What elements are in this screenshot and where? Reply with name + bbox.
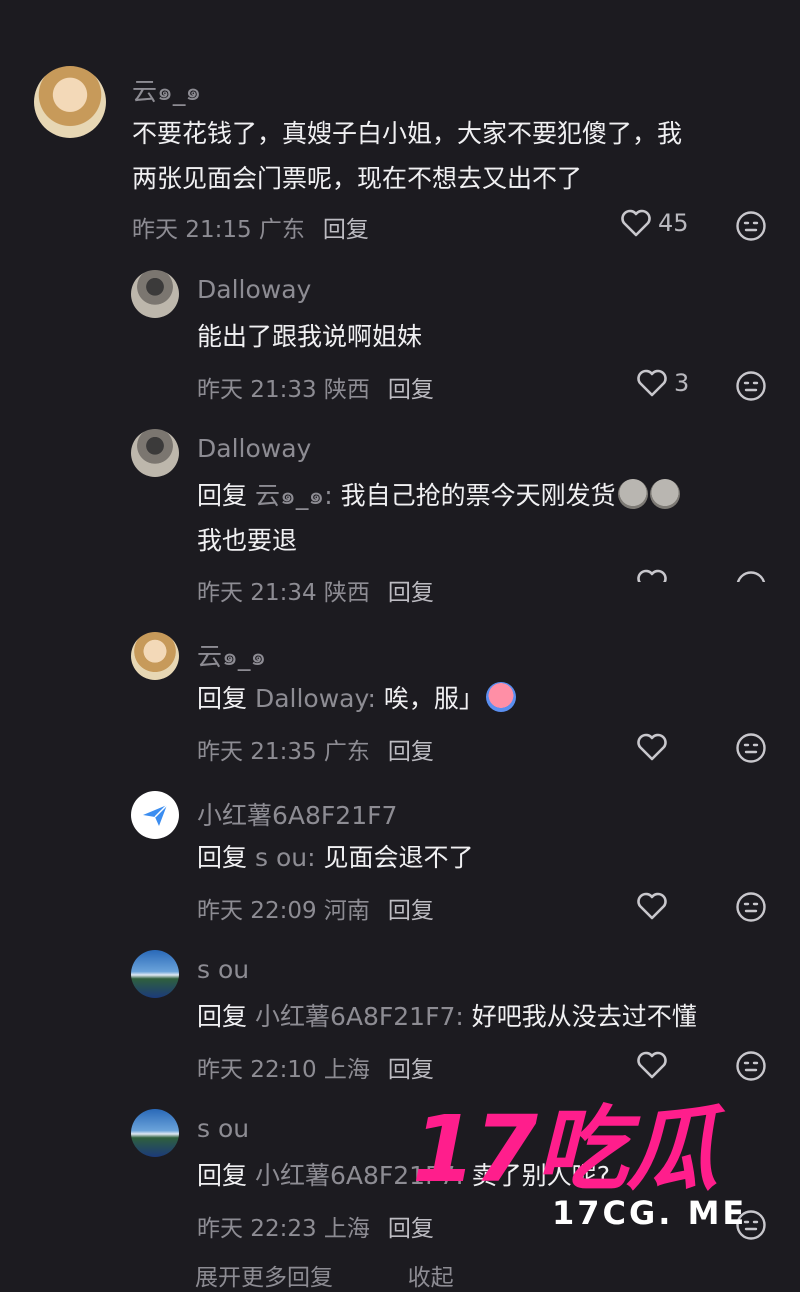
avatar[interactable] — [131, 791, 179, 839]
emoji-face-icon[interactable] — [735, 891, 767, 923]
reply-prefix: 回复 — [197, 684, 248, 713]
comment-author[interactable]: Dalloway — [197, 434, 311, 463]
reply-button[interactable]: 回复 — [388, 739, 434, 765]
reply-target[interactable]: 小红薯6A8F21F7: — [255, 1002, 464, 1031]
reply-prefix: 回复 — [197, 843, 248, 872]
sticker-emoji-icon — [649, 479, 680, 509]
avatar[interactable] — [131, 429, 179, 477]
watermark-logo: 17吃瓜 17CG. ME — [412, 1104, 782, 1234]
like-button[interactable] — [636, 568, 668, 582]
reply-target[interactable]: s ou: — [255, 843, 316, 872]
emoji-face-icon[interactable] — [735, 1050, 767, 1082]
comment-meta: 昨天 21:34 陕西 回复 — [197, 573, 434, 607]
comment-time: 昨天 21:35 广东 — [197, 739, 370, 765]
comment-meta: 昨天 21:35 广东 回复 — [197, 732, 434, 766]
comment-text: 回复 Dalloway: 唉，服」 — [197, 676, 516, 721]
comment-meta: 昨天 22:09 河南 回复 — [197, 891, 434, 925]
comment-time: 昨天 22:10 上海 — [197, 1057, 370, 1083]
avatar[interactable] — [131, 632, 179, 680]
comment-meta: 昨天 22:23 上海 回复 — [197, 1209, 434, 1243]
comment-text: 不要花钱了，真嫂子白小姐，大家不要犯傻了，我 两张见面会门票呢，现在不想去又出不… — [132, 119, 683, 193]
comment-meta: 昨天 22:10 上海 回复 — [197, 1050, 434, 1084]
emoji-face-icon[interactable] — [735, 210, 767, 242]
reply-prefix: 回复 — [197, 1002, 248, 1031]
comment-author[interactable]: Dalloway — [197, 275, 311, 304]
expand-more-replies-button[interactable]: 展开更多回复 — [195, 1265, 333, 1291]
emoji-face-icon[interactable] — [735, 732, 767, 764]
heart-icon[interactable] — [636, 732, 668, 762]
reply-button[interactable]: 回复 — [323, 217, 369, 243]
reply-target[interactable]: 云๑_๑: — [255, 481, 333, 510]
comment-author[interactable]: 云๑_๑ — [197, 637, 266, 677]
heart-icon — [637, 369, 667, 397]
comment-author[interactable]: 小红薯6A8F21F7 — [197, 796, 397, 832]
comment-author[interactable]: 云๑_๑ — [132, 72, 201, 112]
comment-time: 昨天 21:15 广东 — [132, 217, 305, 243]
comment-text: 回复 小红薯6A8F21F7: 好吧我从没去过不懂 — [197, 1002, 697, 1031]
comment-text: 能出了跟我说啊姐妹 — [197, 322, 423, 351]
sticker-emoji-icon — [617, 479, 648, 509]
emoji-face-icon[interactable] — [735, 570, 767, 582]
reply-prefix: 回复 — [197, 481, 248, 510]
expand-replies-row: 展开更多回复 收起 — [195, 1258, 454, 1292]
comment-text: 回复 云๑_๑: 我自己抢的票今天刚发货 我也要退 — [197, 473, 680, 563]
like-count: 3 — [674, 369, 690, 397]
collapse-button[interactable]: 收起 — [408, 1265, 454, 1291]
heart-icon[interactable] — [636, 1050, 668, 1080]
avatar[interactable] — [131, 270, 179, 318]
avatar[interactable] — [34, 66, 106, 138]
watermark-line2: 17CG. ME — [552, 1194, 748, 1232]
comment-time: 昨天 21:34 陕西 — [197, 580, 370, 606]
avatar[interactable] — [131, 1109, 179, 1157]
avatar[interactable] — [131, 950, 179, 998]
like-count: 45 — [658, 209, 689, 237]
heart-icon — [621, 209, 651, 237]
like-button[interactable]: 45 — [620, 208, 689, 238]
reply-button[interactable]: 回复 — [388, 1057, 434, 1083]
reply-target[interactable]: Dalloway: — [255, 684, 376, 713]
heart-icon — [637, 569, 667, 582]
paper-plane-icon — [143, 804, 168, 826]
reply-prefix: 回复 — [197, 1161, 248, 1190]
comment-author[interactable]: s ou — [197, 1114, 249, 1143]
comment-time: 昨天 22:09 河南 — [197, 898, 370, 924]
comment-meta: 昨天 21:15 广东 回复 — [132, 210, 369, 244]
comment-time: 昨天 21:33 陕西 — [197, 377, 370, 403]
comment-author[interactable]: s ou — [197, 955, 249, 984]
reply-button[interactable]: 回复 — [388, 898, 434, 924]
comment-time: 昨天 22:23 上海 — [197, 1216, 370, 1242]
comment-meta: 昨天 21:33 陕西 回复 — [197, 370, 434, 404]
reply-button[interactable]: 回复 — [388, 377, 434, 403]
heart-icon[interactable] — [636, 891, 668, 921]
reply-button[interactable]: 回复 — [388, 580, 434, 606]
comment-text: 回复 s ou: 见面会退不了 — [197, 843, 474, 872]
like-button[interactable]: 3 — [636, 368, 689, 398]
sticker-emoji-icon — [485, 682, 516, 712]
emoji-face-icon[interactable] — [735, 370, 767, 402]
watermark-line1: 17吃瓜 — [412, 1096, 718, 1203]
